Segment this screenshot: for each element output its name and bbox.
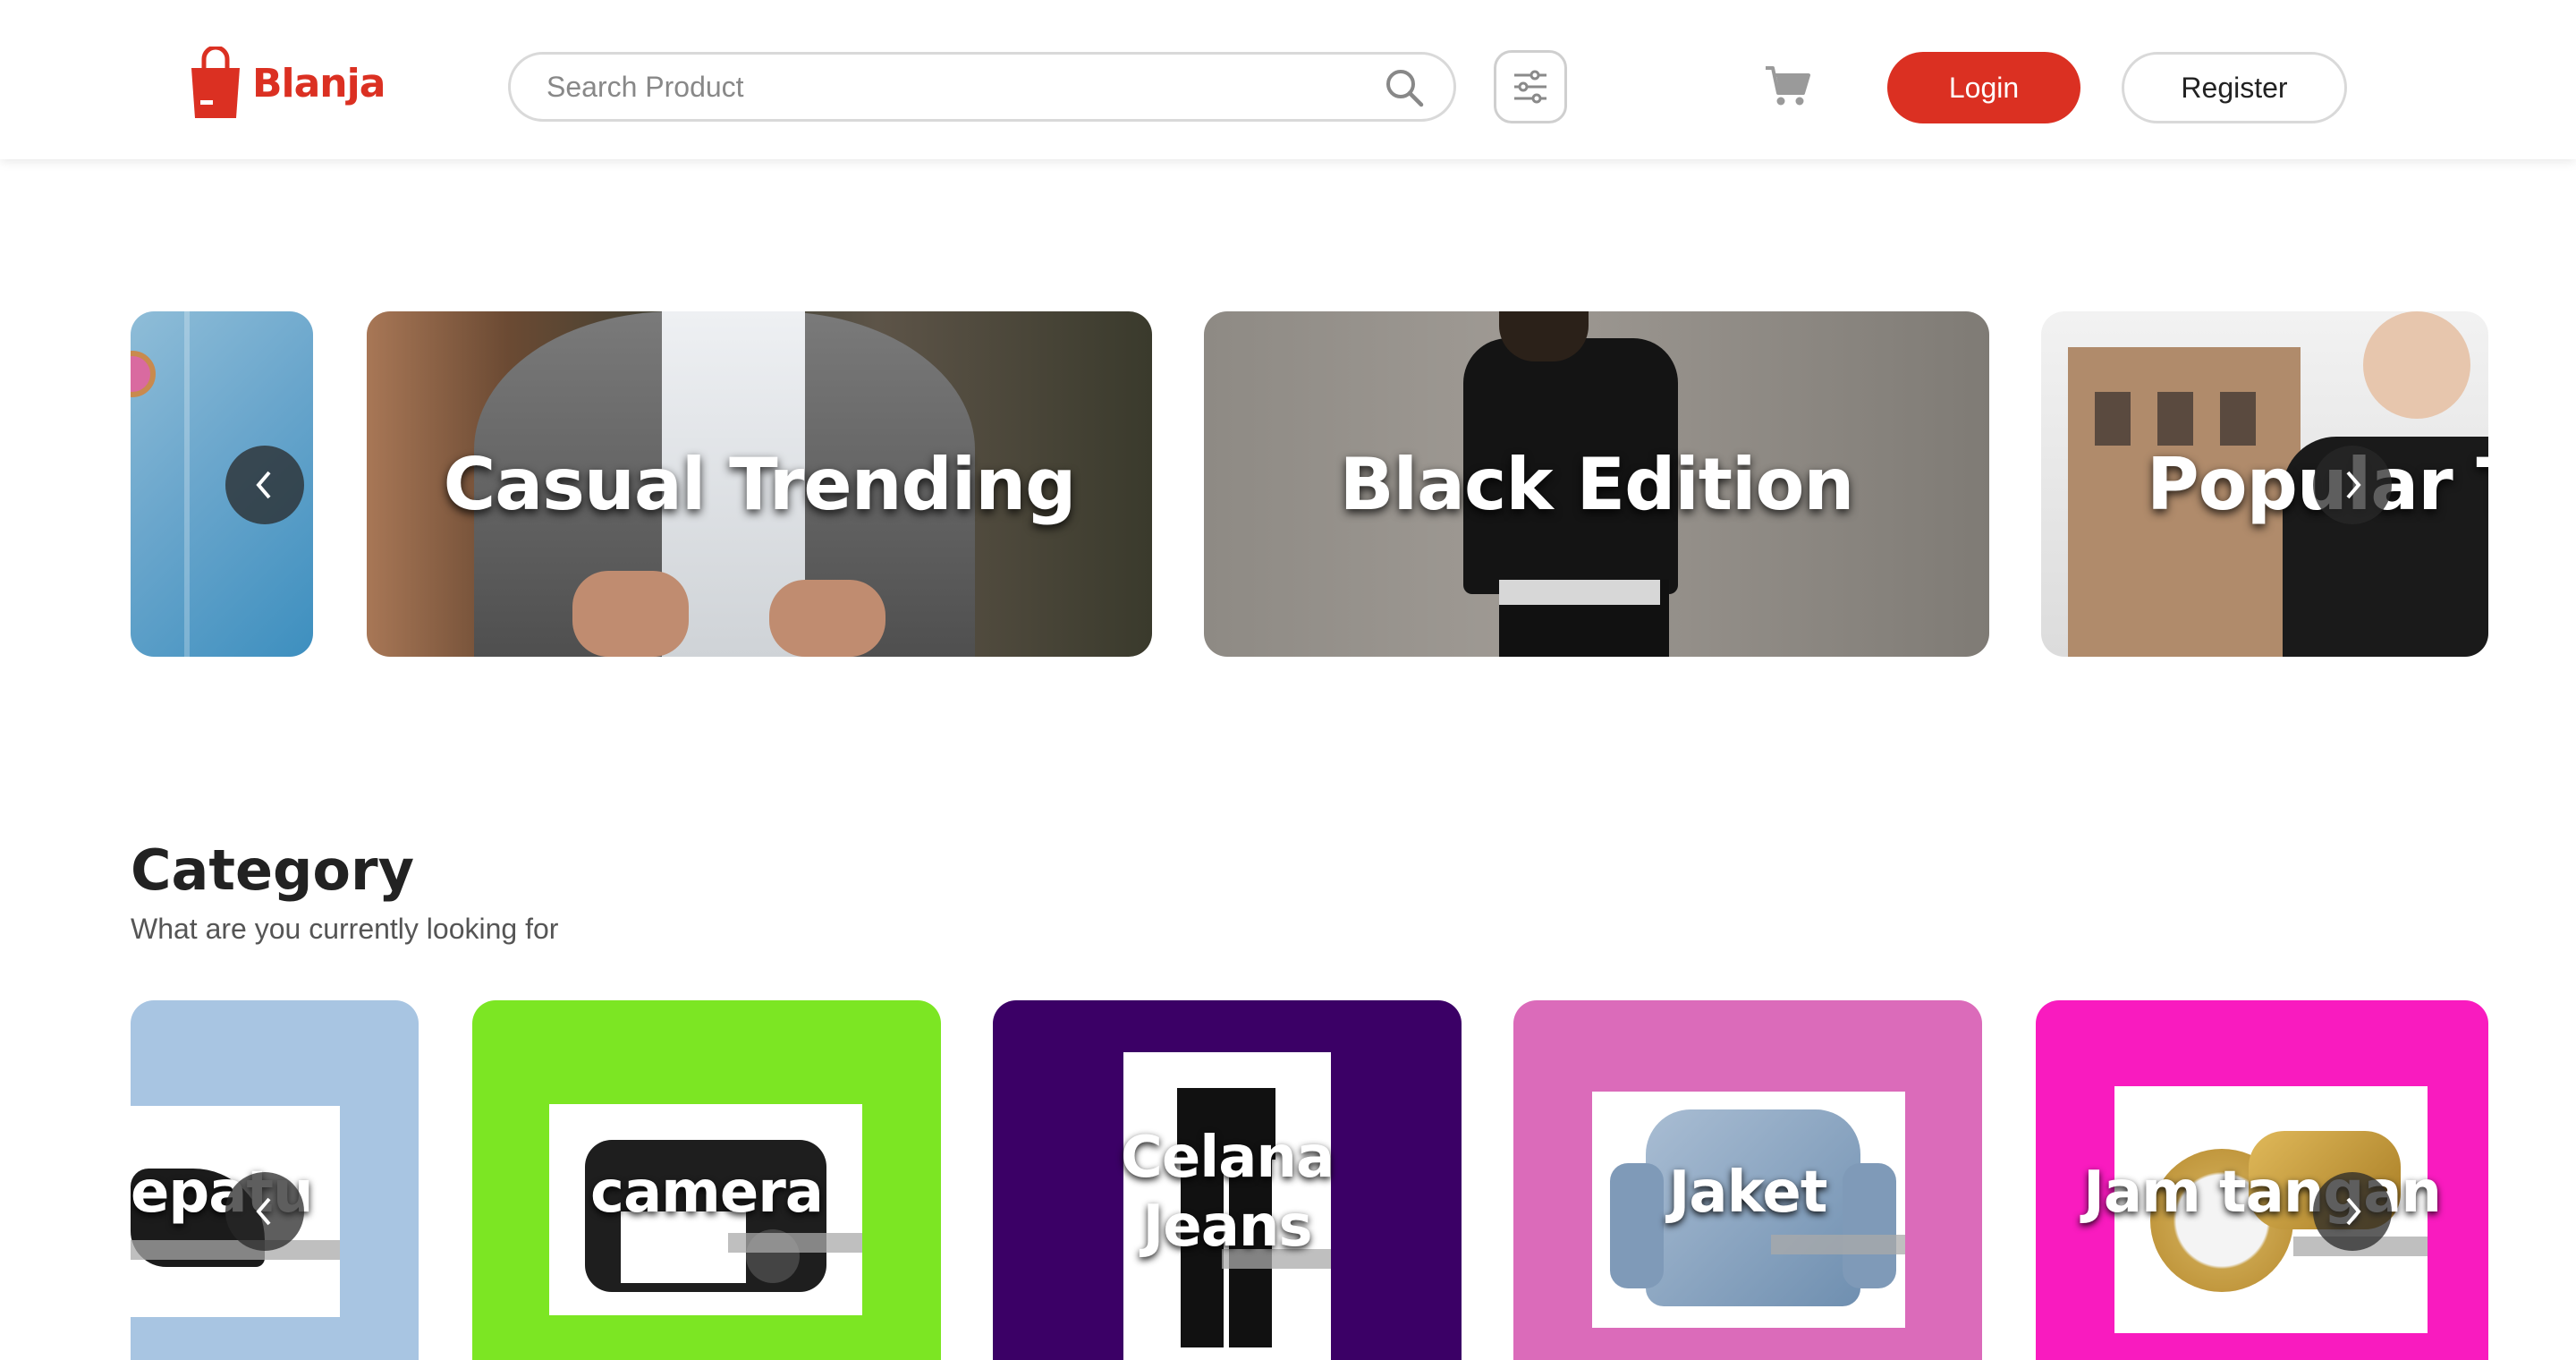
banner-title: Casual Trending [443, 442, 1077, 526]
category-next-button[interactable] [2313, 1172, 2392, 1251]
category-card-jaket[interactable]: Jaket [1513, 1000, 1982, 1360]
banner-popular[interactable]: Popular Te [2041, 311, 2488, 657]
category-card-jam-tangan[interactable]: Jam tangan [2036, 1000, 2488, 1360]
category-label: camera [590, 1159, 824, 1226]
login-button[interactable]: Login [1887, 52, 2080, 123]
search-icon[interactable] [1384, 67, 1425, 108]
category-prev-button[interactable] [225, 1172, 304, 1251]
category-label: Jam tangan [2083, 1159, 2442, 1226]
category-subtitle: What are you currently looking for [131, 913, 559, 945]
banner-title: Popular Te [2147, 442, 2488, 526]
chevron-left-icon [256, 471, 271, 499]
chevron-left-icon [256, 1197, 271, 1226]
chevron-right-icon [2346, 1197, 2361, 1226]
filter-sliders-icon [1514, 70, 1546, 104]
brand-logo[interactable]: Blanja [188, 47, 386, 120]
carousel-prev-button[interactable] [225, 446, 304, 524]
brand-name: Blanja [252, 60, 386, 106]
banner-casual-trending[interactable]: Casual Trending [367, 311, 1152, 657]
category-carousel: epatu camera Celana Jeans Jaket Jam tang… [131, 1000, 2488, 1360]
banner-carousel: Casual Trending Black Edition Popular Te [131, 311, 2488, 657]
shopping-bag-icon [191, 47, 240, 118]
search-bar [508, 52, 1456, 122]
search-input[interactable] [547, 55, 1352, 119]
chevron-right-icon [2346, 471, 2361, 499]
register-button[interactable]: Register [2122, 52, 2347, 123]
banner-black-edition[interactable]: Black Edition [1204, 311, 1989, 657]
category-label: Celana Jeans [1120, 1125, 1335, 1260]
carousel-next-button[interactable] [2313, 446, 2392, 524]
category-card-camera[interactable]: camera [472, 1000, 941, 1360]
filter-button[interactable] [1494, 50, 1567, 123]
cart-icon[interactable] [1764, 64, 1810, 107]
category-title: Category [131, 837, 414, 903]
category-label: Jaket [1668, 1159, 1828, 1226]
navbar: Blanja Login Register [0, 0, 2576, 159]
banner-title: Black Edition [1339, 442, 1855, 526]
category-card-celana-jeans[interactable]: Celana Jeans [993, 1000, 1462, 1360]
